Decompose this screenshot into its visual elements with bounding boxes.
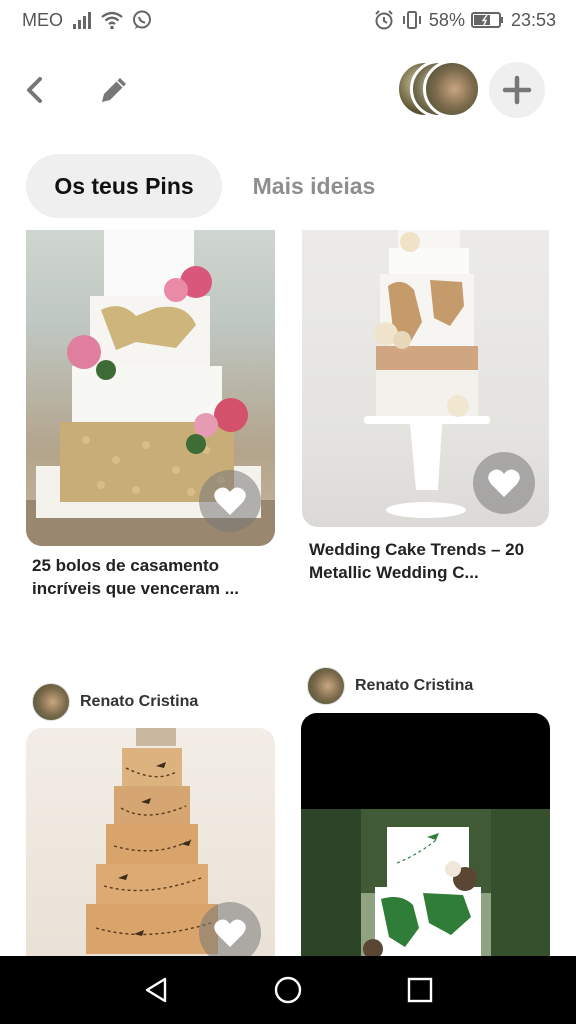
whatsapp-icon — [133, 10, 152, 29]
pin-title[interactable]: Wedding Cake Trends – 20 Metallic Weddin… — [309, 538, 554, 584]
pin-image[interactable] — [302, 230, 549, 527]
vibrate-icon — [402, 11, 421, 29]
tab-your-pins[interactable]: Os teus Pins — [26, 154, 222, 218]
author-avatar — [307, 667, 345, 705]
recents-square-icon — [407, 977, 433, 1003]
tab-label: Mais ideias — [252, 172, 376, 199]
collaborator-avatar — [423, 60, 481, 118]
board-header — [0, 52, 576, 128]
alarm-icon — [375, 10, 393, 30]
heart-icon — [214, 487, 246, 515]
save-pin-button[interactable] — [199, 470, 261, 532]
heart-icon — [488, 469, 520, 497]
pin-image[interactable] — [26, 728, 275, 956]
status-right: 58% 23:53 — [373, 9, 556, 31]
author-name: Renato Cristina — [355, 677, 474, 694]
wifi-icon — [101, 11, 123, 30]
tab-label: Os teus Pins — [54, 172, 194, 199]
pin-title[interactable]: 25 bolos de casamento incríveis que venc… — [32, 554, 277, 600]
battery-percent: 58% — [428, 9, 465, 30]
carrier-label: MEO — [22, 9, 64, 30]
pin-feed[interactable]: 25 bolos de casamento incríveis que venc… — [0, 230, 576, 956]
chevron-left-icon — [27, 77, 42, 103]
add-collaborator-button[interactable] — [489, 62, 545, 118]
pencil-icon — [102, 78, 126, 102]
pin-image[interactable] — [26, 230, 275, 546]
cake-illustration — [301, 809, 550, 956]
nav-back-button[interactable] — [126, 960, 186, 1020]
author-avatar — [32, 683, 70, 721]
nav-home-button[interactable] — [258, 960, 318, 1020]
author-name: Renato Cristina — [80, 693, 199, 710]
signal-icon — [73, 12, 92, 29]
nav-recents-button[interactable] — [390, 960, 450, 1020]
edit-button[interactable] — [89, 65, 139, 115]
tab-more-ideas[interactable]: Mais ideias — [232, 154, 396, 218]
system-navbar — [0, 956, 576, 1024]
plus-icon — [502, 75, 532, 105]
battery-icon — [470, 12, 503, 28]
back-triangle-icon — [145, 977, 167, 1003]
heart-icon — [214, 919, 246, 947]
home-circle-icon — [274, 976, 302, 1004]
status-bar: MEO 58% 23:53 — [0, 0, 576, 40]
pin-image[interactable] — [301, 713, 550, 956]
status-left: MEO — [22, 9, 153, 31]
pin-author[interactable]: Renato Cristina — [32, 683, 198, 721]
save-pin-button[interactable] — [473, 452, 535, 514]
save-pin-button[interactable] — [199, 902, 261, 956]
pin-author[interactable]: Renato Cristina — [307, 667, 473, 705]
back-button[interactable] — [10, 65, 60, 115]
clock: 23:53 — [510, 9, 556, 30]
collaborator-avatars[interactable] — [396, 60, 486, 120]
